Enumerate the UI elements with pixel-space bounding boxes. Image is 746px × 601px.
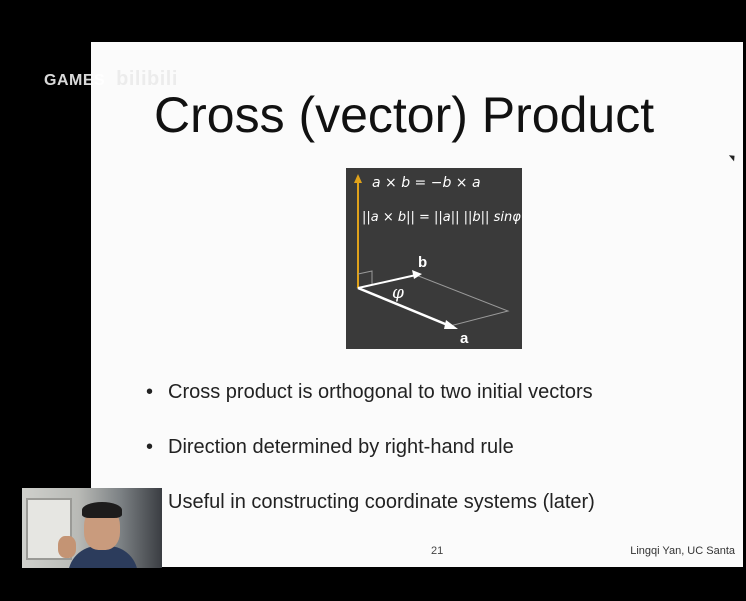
bilibili-logo-icon: bilibili [116, 68, 178, 90]
bullet-dot-icon: • [146, 381, 154, 403]
page-number: 21 [431, 545, 444, 557]
slide-title: Cross (vector) Product [154, 87, 655, 143]
channel-watermark: GAMES bilibili [44, 68, 178, 91]
bullet-dot-icon: • [146, 436, 154, 458]
bullet-text: Useful in constructing coordinate system… [168, 491, 595, 513]
presenter-hair [82, 502, 122, 518]
vector-b-arrow [357, 274, 417, 289]
formula-anticommutative: a × b = −b × a [372, 175, 481, 191]
cross-vector-arrowhead [354, 174, 362, 183]
label-a: a [460, 330, 469, 347]
vector-diagram: a × b = −b × a ||a × b|| = ||a|| ||b|| s… [354, 174, 521, 347]
bullet-text: Cross product is orthogonal to two initi… [168, 381, 593, 403]
vector-b-arrowhead [412, 270, 422, 279]
footer-author: Lingqi Yan, UC Santa [630, 545, 735, 557]
screen: GAMES bilibili Cross (vector) Product a … [0, 0, 746, 601]
bullet-text: Direction determined by right-hand rule [168, 436, 514, 458]
cross-product-figure: a × b = −b × a ||a × b|| = ||a|| ||b|| s… [346, 168, 522, 349]
presenter-hand [58, 536, 76, 558]
vector-a-arrow [357, 286, 451, 328]
label-phi: φ [392, 283, 404, 303]
webcam-overlay [22, 488, 162, 568]
formula-magnitude: ||a × b|| = ||a|| ||b|| sinφ [362, 210, 521, 225]
watermark-channel: GAMES [44, 72, 106, 89]
right-angle-marker [357, 270, 373, 285]
presentation-slide: Cross (vector) Product a × b = −b × a ||… [91, 42, 743, 567]
label-b: b [418, 254, 427, 271]
